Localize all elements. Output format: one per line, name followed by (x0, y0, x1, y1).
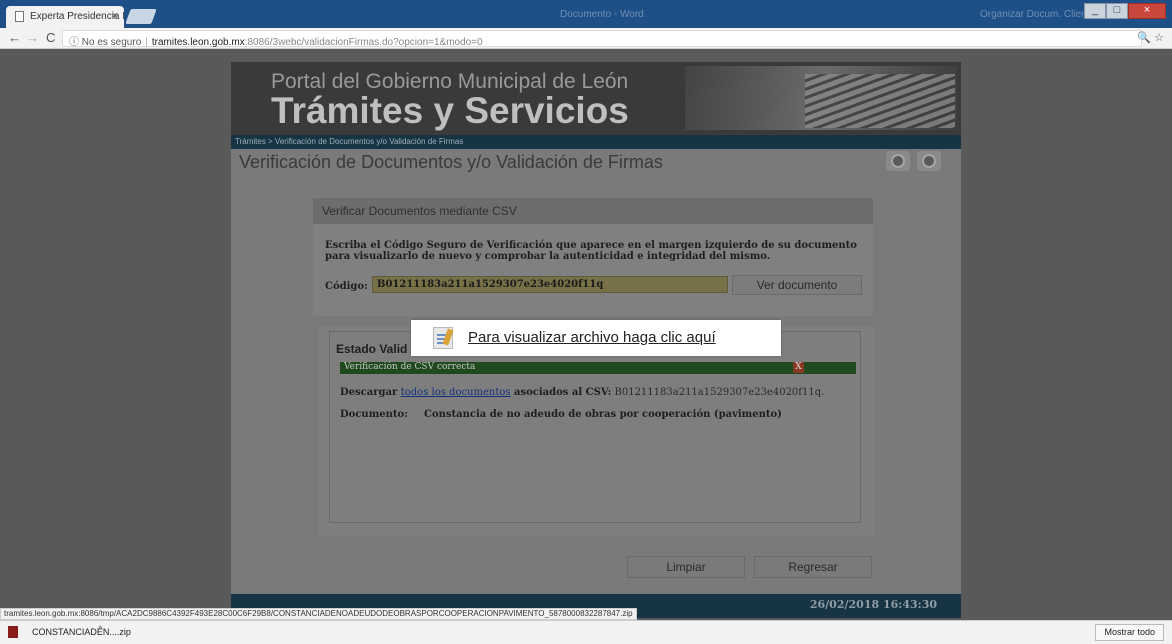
csv-instructions: Escriba el Código Seguro de Verificación… (325, 240, 857, 262)
forward-arrow-icon[interactable]: → (26, 30, 39, 45)
status-success-bar: Verificación de CSV correcta X (340, 362, 856, 374)
zip-file-icon (8, 626, 18, 638)
reload-icon[interactable]: C (46, 30, 55, 45)
footer-datetime: 26/02/2018 16:43:30 (809, 598, 937, 611)
download-suffix: asociados al CSV: (510, 387, 612, 398)
clear-button[interactable]: Limpiar (627, 556, 745, 578)
download-all-link[interactable]: todos los documentos (401, 387, 511, 398)
help-icon[interactable] (886, 151, 910, 171)
document-value: Constancia de no adeudo de obras por coo… (424, 409, 782, 420)
csv-panel-header: Verificar Documentos mediante CSV (313, 198, 873, 224)
breadcrumb: Trámites > Verificación de Documentos y/… (231, 135, 961, 149)
download-csv-value: B01211183a211a1529307e23e4020f11q. (611, 387, 825, 398)
minimize-button[interactable]: _ (1084, 3, 1106, 19)
view-file-popup[interactable]: Para visualizar archivo haga clic aquí (411, 320, 781, 356)
chevron-up-icon[interactable]: ^ (98, 625, 103, 636)
validation-status-title: Estado Valid (336, 342, 408, 356)
show-all-button[interactable]: Mostrar todo (1095, 624, 1164, 641)
page-container: Portal del Gobierno Municipal de León Tr… (231, 62, 961, 618)
code-label: Código: (325, 281, 368, 292)
document-line: Documento: Constancia de no adeudo de obr… (340, 409, 782, 420)
page-icon (15, 11, 24, 22)
close-status-icon[interactable]: X (793, 362, 804, 373)
browser-tabstrip: Experta Presidencia Muni × Documento - W… (0, 0, 1172, 28)
status-url-bubble: tramites.leon.gob.mx:8086/tmp/ACA2DC9886… (0, 608, 637, 620)
code-input[interactable]: B01211183a211a1529307e23e4020f11q (372, 276, 728, 293)
zoom-bookmark-icons[interactable]: 🔍 ☆ (1137, 31, 1164, 44)
tab-title: Experta Presidencia Muni (30, 11, 124, 22)
browser-tab[interactable]: Experta Presidencia Muni × (6, 6, 124, 28)
document-label: Documento: (340, 409, 408, 420)
url-path: :8086/3webc/validacionFirmas.do?opcion=1… (244, 37, 483, 48)
url-host: tramites.leon.gob.mx (151, 37, 245, 48)
download-file-name[interactable]: CONSTANCIADEN....zip (32, 627, 131, 637)
close-window-button[interactable]: × (1128, 3, 1166, 19)
page-title: Verificación de Documentos y/o Validació… (239, 152, 663, 172)
view-document-button[interactable]: Ver documento (732, 275, 862, 295)
status-success-text: Verificación de CSV correcta (344, 362, 476, 372)
window-title-right: Organizar Docum. Cliente (980, 9, 1096, 20)
validation-status-frame: Estado Valid Verificación de CSV correct… (329, 331, 861, 523)
tab-close-icon[interactable]: × (112, 10, 118, 22)
header-banner: Portal del Gobierno Municipal de León Tr… (231, 62, 961, 135)
address-bar[interactable]: ⓘ No es seguro | tramites.leon.gob.mx:8086… (62, 30, 1142, 48)
page-viewport: Portal del Gobierno Municipal de León Tr… (0, 50, 1172, 618)
window-title-center: Documento - Word (560, 9, 644, 20)
csv-verification-panel: Verificar Documentos mediante CSV Escrib… (313, 198, 873, 316)
maximize-button[interactable]: □ (1106, 3, 1128, 19)
validation-status-panel: Estado Valid Verificación de CSV correct… (319, 326, 875, 536)
download-prefix: Descargar (340, 387, 401, 398)
browser-toolbar: ← → C ⓘ No es seguro | tramites.leon.gob.m… (0, 28, 1172, 49)
download-shelf: CONSTANCIADEN....zip ^ Mostrar todo (0, 620, 1172, 644)
security-indicator[interactable]: ⓘ No es seguro (69, 37, 141, 48)
view-file-link[interactable]: Para visualizar archivo haga clic aquí (468, 329, 716, 346)
banner-line2: Trámites y Servicios (271, 90, 629, 131)
window-controls: _ □ × (1084, 3, 1166, 19)
new-tab-button[interactable] (125, 9, 157, 24)
banner-laptop-image (685, 66, 957, 130)
back-button[interactable]: Regresar (754, 556, 872, 578)
download-line: Descargar todos los documentos asociados… (340, 387, 824, 398)
document-edit-icon (433, 327, 454, 349)
back-arrow-icon[interactable]: ← (8, 30, 21, 45)
info-icon[interactable] (917, 151, 941, 171)
